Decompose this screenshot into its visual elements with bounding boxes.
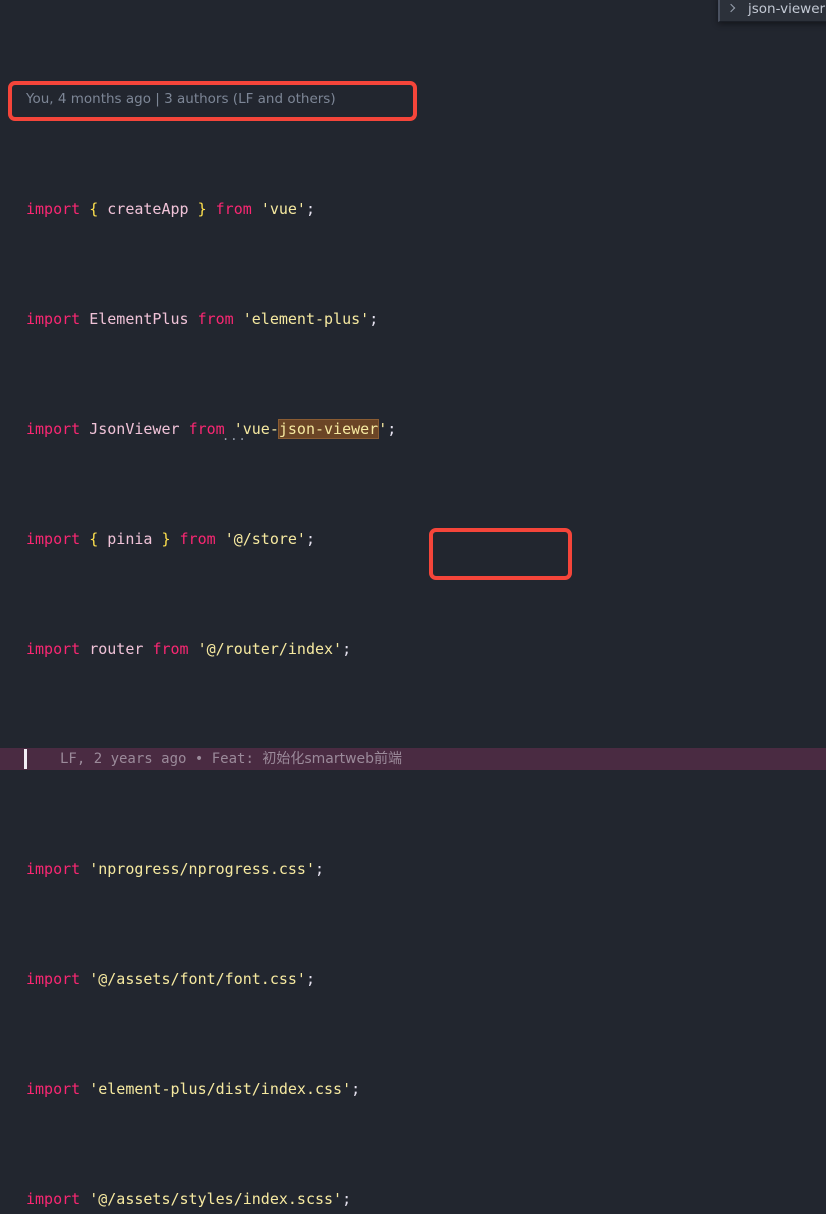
token-keyword: from [215, 200, 252, 218]
code-line[interactable]: import { pinia } from '@/store'; [0, 528, 826, 550]
token-keyword: import [26, 420, 81, 438]
token-identifier: createApp [107, 200, 189, 218]
search-match-highlight: json-viewer [278, 420, 379, 438]
token-keyword: import [26, 1080, 81, 1098]
token-semicolon: ; [387, 420, 397, 438]
code-line[interactable]: import 'nprogress/nprogress.css'; [0, 858, 826, 880]
code-content[interactable]: You, 4 months ago | 3 authors (LF and ot… [0, 0, 826, 1214]
blame-inline-annotation[interactable]: LF, 2 years ago • Feat: 初始化smartweb前端 [0, 748, 826, 770]
token-string: '@/assets/styles/index.scss' [89, 1190, 343, 1208]
token-identifier: router [89, 640, 144, 658]
token-keyword: import [26, 530, 81, 548]
blame-header: You, 4 months ago | 3 authors (LF and ot… [26, 91, 336, 107]
token-string: 'element-plus' [242, 310, 370, 328]
token-keyword: import [26, 860, 81, 878]
token-semicolon: ; [342, 1190, 352, 1208]
token-semicolon: ; [342, 640, 352, 658]
token-semicolon: ; [369, 310, 379, 328]
token-brace: } [197, 200, 207, 218]
code-line[interactable]: import 'element-plus/dist/index.css'; [0, 1078, 826, 1100]
blame-author: LF, 2 years ago [60, 751, 187, 767]
blame-message: Feat: [211, 751, 263, 767]
token-identifier: pinia [107, 530, 153, 548]
token-keyword: import [26, 640, 81, 658]
token-string: 'nprogress/nprogress.css' [89, 860, 315, 878]
token-semicolon: ; [315, 860, 325, 878]
code-line[interactable]: import { createApp } from 'vue'; [0, 198, 826, 220]
token-semicolon: ; [351, 1080, 361, 1098]
code-editor[interactable]: json-viewer You, 4 months ago | 3 author… [0, 0, 826, 1208]
token-keyword: import [26, 310, 81, 328]
inline-hint-ellipsis[interactable]: ... [222, 430, 247, 442]
token-string: '@/store' [224, 530, 306, 548]
token-keyword: from [197, 310, 234, 328]
code-line-import-jsonviewer[interactable]: import JsonViewer from 'vue-json-viewer'… [0, 418, 826, 442]
token-keyword: import [26, 970, 81, 988]
blame-message-cjk: 初始化smartweb前端 [262, 751, 403, 767]
token-brace: { [89, 530, 99, 548]
token-string: '@/assets/font/font.css' [89, 970, 306, 988]
token-semicolon: ; [305, 200, 315, 218]
code-line[interactable]: import '@/assets/styles/index.scss'; [0, 1188, 826, 1210]
token-identifier: ElementPlus [89, 310, 189, 328]
token-keyword: import [26, 200, 81, 218]
token-string: 'vue' [260, 200, 306, 218]
token-brace: } [161, 530, 171, 548]
token-keyword: from [152, 640, 189, 658]
code-line[interactable]: import ElementPlus from 'element-plus'; [0, 308, 826, 330]
token-keyword: from [179, 530, 216, 548]
token-string: ' [378, 420, 388, 438]
token-keyword: import [26, 1190, 81, 1208]
token-semicolon: ; [305, 530, 315, 548]
token-identifier: JsonViewer [89, 420, 180, 438]
code-line[interactable]: import router from '@/router/index'; [0, 638, 826, 660]
blame-separator: • [194, 751, 204, 767]
token-semicolon: ; [305, 970, 315, 988]
token-brace: { [89, 200, 99, 218]
token-keyword: from [188, 420, 225, 438]
code-line[interactable]: import '@/assets/font/font.css'; [0, 968, 826, 990]
token-string: '@/router/index' [197, 640, 343, 658]
token-string: 'element-plus/dist/index.css' [89, 1080, 352, 1098]
